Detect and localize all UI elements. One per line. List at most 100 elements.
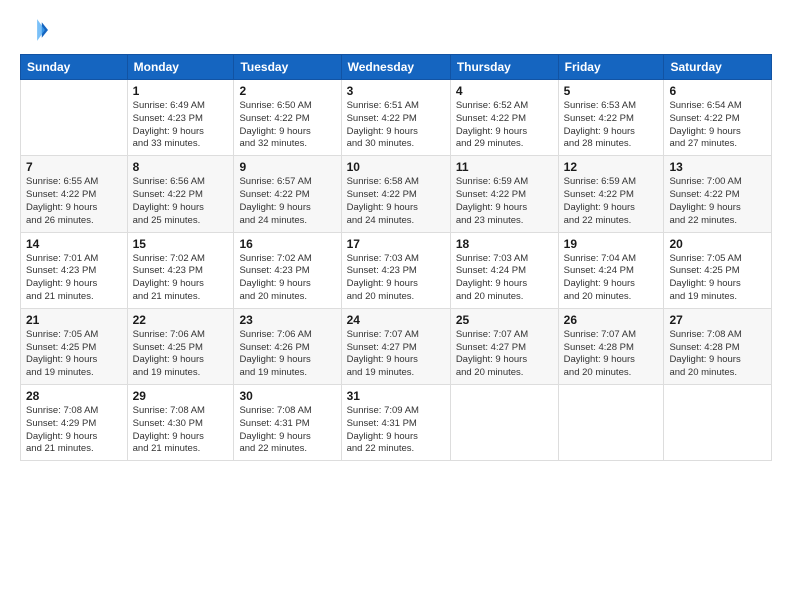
calendar-cell: 10 Sunrise: 6:58 AM Sunset: 4:22 PM Dayli…	[341, 156, 450, 232]
day-info: Sunrise: 7:02 AM Sunset: 4:23 PM Dayligh…	[239, 253, 335, 304]
day-info: Sunrise: 7:00 AM Sunset: 4:22 PM Dayligh…	[669, 176, 766, 227]
calendar-cell	[450, 385, 558, 461]
calendar-cell: 3 Sunrise: 6:51 AM Sunset: 4:22 PM Daylig…	[341, 80, 450, 156]
day-number: 9	[239, 160, 335, 174]
calendar-cell: 18 Sunrise: 7:03 AM Sunset: 4:24 PM Dayli…	[450, 232, 558, 308]
calendar-cell	[664, 385, 772, 461]
day-number: 28	[26, 389, 122, 403]
calendar-cell: 31Sunrise: 7:09 AM Sunset: 4:31 PM Dayli…	[341, 385, 450, 461]
day-number: 21	[26, 313, 122, 327]
calendar-cell: 1Sunrise: 6:49 AM Sunset: 4:23 PM Daylig…	[127, 80, 234, 156]
calendar-cell: 21 Sunrise: 7:05 AM Sunset: 4:25 PM Dayli…	[21, 308, 128, 384]
day-info: Sunrise: 7:07 AM Sunset: 4:27 PM Dayligh…	[347, 329, 445, 380]
day-info: Sunrise: 6:52 AM Sunset: 4:22 PM Dayligh…	[456, 100, 553, 151]
calendar-cell: 6 Sunrise: 6:54 AM Sunset: 4:22 PM Daylig…	[664, 80, 772, 156]
day-number: 3	[347, 84, 445, 98]
day-info: Sunrise: 6:51 AM Sunset: 4:22 PM Dayligh…	[347, 100, 445, 151]
page: SundayMondayTuesdayWednesdayThursdayFrid…	[0, 0, 792, 612]
calendar-cell: 7 Sunrise: 6:55 AM Sunset: 4:22 PM Daylig…	[21, 156, 128, 232]
calendar-cell: 2 Sunrise: 6:50 AM Sunset: 4:22 PM Daylig…	[234, 80, 341, 156]
logo	[20, 16, 50, 44]
day-info: Sunrise: 7:03 AM Sunset: 4:24 PM Dayligh…	[456, 253, 553, 304]
day-info: Sunrise: 6:56 AM Sunset: 4:22 PM Dayligh…	[133, 176, 229, 227]
day-number: 7	[26, 160, 122, 174]
day-info: Sunrise: 7:08 AM Sunset: 4:28 PM Dayligh…	[669, 329, 766, 380]
day-number: 27	[669, 313, 766, 327]
weekday-header-wednesday: Wednesday	[341, 55, 450, 80]
day-number: 20	[669, 237, 766, 251]
day-info: Sunrise: 7:08 AM Sunset: 4:29 PM Dayligh…	[26, 405, 122, 456]
day-number: 26	[564, 313, 659, 327]
week-row-4: 21 Sunrise: 7:05 AM Sunset: 4:25 PM Dayli…	[21, 308, 772, 384]
day-info: Sunrise: 6:59 AM Sunset: 4:22 PM Dayligh…	[456, 176, 553, 227]
day-info: Sunrise: 6:53 AM Sunset: 4:22 PM Dayligh…	[564, 100, 659, 151]
day-info: Sunrise: 6:50 AM Sunset: 4:22 PM Dayligh…	[239, 100, 335, 151]
day-info: Sunrise: 7:04 AM Sunset: 4:24 PM Dayligh…	[564, 253, 659, 304]
week-row-3: 14 Sunrise: 7:01 AM Sunset: 4:23 PM Dayli…	[21, 232, 772, 308]
day-number: 1	[133, 84, 229, 98]
week-row-5: 28 Sunrise: 7:08 AM Sunset: 4:29 PM Dayli…	[21, 385, 772, 461]
day-number: 4	[456, 84, 553, 98]
day-number: 18	[456, 237, 553, 251]
day-info: Sunrise: 7:08 AM Sunset: 4:31 PM Dayligh…	[239, 405, 335, 456]
day-number: 12	[564, 160, 659, 174]
day-info: Sunrise: 7:01 AM Sunset: 4:23 PM Dayligh…	[26, 253, 122, 304]
day-number: 29	[133, 389, 229, 403]
calendar-cell	[21, 80, 128, 156]
day-number: 10	[347, 160, 445, 174]
calendar-cell: 19 Sunrise: 7:04 AM Sunset: 4:24 PM Dayli…	[558, 232, 664, 308]
day-info: Sunrise: 7:05 AM Sunset: 4:25 PM Dayligh…	[26, 329, 122, 380]
calendar-cell: 14 Sunrise: 7:01 AM Sunset: 4:23 PM Dayli…	[21, 232, 128, 308]
calendar-cell: 26 Sunrise: 7:07 AM Sunset: 4:28 PM Dayli…	[558, 308, 664, 384]
calendar-cell: 29 Sunrise: 7:08 AM Sunset: 4:30 PM Dayli…	[127, 385, 234, 461]
header	[20, 16, 772, 44]
weekday-header-saturday: Saturday	[664, 55, 772, 80]
calendar-cell: 25Sunrise: 7:07 AM Sunset: 4:27 PM Dayli…	[450, 308, 558, 384]
calendar-cell: 13 Sunrise: 7:00 AM Sunset: 4:22 PM Dayli…	[664, 156, 772, 232]
day-info: Sunrise: 6:58 AM Sunset: 4:22 PM Dayligh…	[347, 176, 445, 227]
week-row-2: 7 Sunrise: 6:55 AM Sunset: 4:22 PM Daylig…	[21, 156, 772, 232]
calendar-cell: 23 Sunrise: 7:06 AM Sunset: 4:26 PM Dayli…	[234, 308, 341, 384]
day-info: Sunrise: 6:54 AM Sunset: 4:22 PM Dayligh…	[669, 100, 766, 151]
day-info: Sunrise: 7:08 AM Sunset: 4:30 PM Dayligh…	[133, 405, 229, 456]
weekday-header-row: SundayMondayTuesdayWednesdayThursdayFrid…	[21, 55, 772, 80]
day-number: 2	[239, 84, 335, 98]
weekday-header-monday: Monday	[127, 55, 234, 80]
calendar-cell: 20 Sunrise: 7:05 AM Sunset: 4:25 PM Dayli…	[664, 232, 772, 308]
day-info: Sunrise: 7:06 AM Sunset: 4:26 PM Dayligh…	[239, 329, 335, 380]
day-info: Sunrise: 7:06 AM Sunset: 4:25 PM Dayligh…	[133, 329, 229, 380]
week-row-1: 1Sunrise: 6:49 AM Sunset: 4:23 PM Daylig…	[21, 80, 772, 156]
calendar-cell: 16 Sunrise: 7:02 AM Sunset: 4:23 PM Dayli…	[234, 232, 341, 308]
day-number: 14	[26, 237, 122, 251]
day-info: Sunrise: 6:55 AM Sunset: 4:22 PM Dayligh…	[26, 176, 122, 227]
day-number: 24	[347, 313, 445, 327]
calendar-cell: 27 Sunrise: 7:08 AM Sunset: 4:28 PM Dayli…	[664, 308, 772, 384]
weekday-header-tuesday: Tuesday	[234, 55, 341, 80]
day-info: Sunrise: 7:05 AM Sunset: 4:25 PM Dayligh…	[669, 253, 766, 304]
weekday-header-thursday: Thursday	[450, 55, 558, 80]
calendar-cell: 15Sunrise: 7:02 AM Sunset: 4:23 PM Dayli…	[127, 232, 234, 308]
day-number: 11	[456, 160, 553, 174]
weekday-header-sunday: Sunday	[21, 55, 128, 80]
day-number: 13	[669, 160, 766, 174]
calendar-cell: 24 Sunrise: 7:07 AM Sunset: 4:27 PM Dayli…	[341, 308, 450, 384]
day-number: 5	[564, 84, 659, 98]
day-number: 15	[133, 237, 229, 251]
day-number: 8	[133, 160, 229, 174]
calendar-cell: 11 Sunrise: 6:59 AM Sunset: 4:22 PM Dayli…	[450, 156, 558, 232]
calendar-cell: 5 Sunrise: 6:53 AM Sunset: 4:22 PM Daylig…	[558, 80, 664, 156]
day-info: Sunrise: 6:59 AM Sunset: 4:22 PM Dayligh…	[564, 176, 659, 227]
calendar-cell: 17Sunrise: 7:03 AM Sunset: 4:23 PM Dayli…	[341, 232, 450, 308]
day-number: 23	[239, 313, 335, 327]
day-number: 6	[669, 84, 766, 98]
day-number: 25	[456, 313, 553, 327]
day-number: 17	[347, 237, 445, 251]
day-number: 22	[133, 313, 229, 327]
calendar-cell: 28 Sunrise: 7:08 AM Sunset: 4:29 PM Dayli…	[21, 385, 128, 461]
day-number: 16	[239, 237, 335, 251]
day-info: Sunrise: 7:07 AM Sunset: 4:28 PM Dayligh…	[564, 329, 659, 380]
calendar-cell: 4 Sunrise: 6:52 AM Sunset: 4:22 PM Daylig…	[450, 80, 558, 156]
day-number: 30	[239, 389, 335, 403]
day-number: 19	[564, 237, 659, 251]
day-info: Sunrise: 6:57 AM Sunset: 4:22 PM Dayligh…	[239, 176, 335, 227]
